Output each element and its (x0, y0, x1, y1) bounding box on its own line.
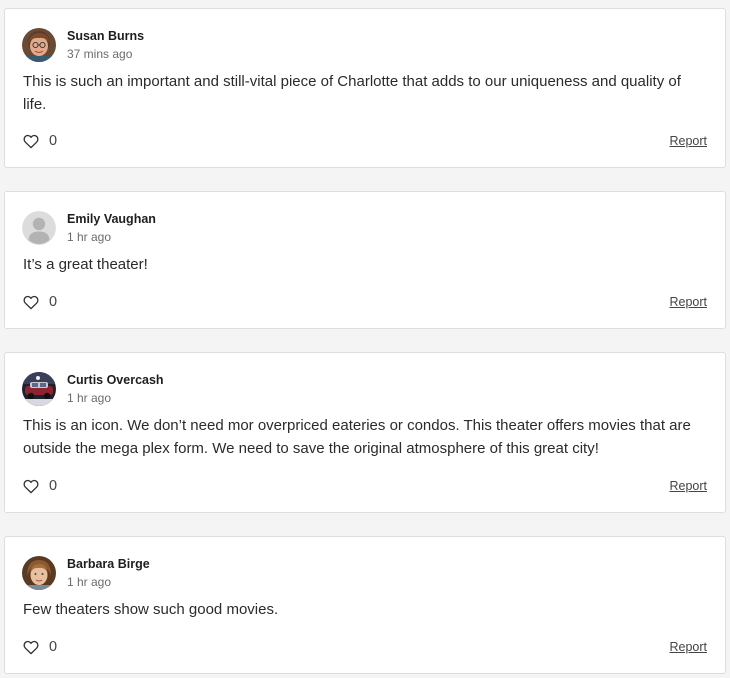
heart-icon (23, 295, 39, 310)
comment-timestamp: 37 mins ago (67, 47, 133, 61)
comment-footer: 0 Report (23, 476, 707, 496)
report-link[interactable]: Report (669, 134, 707, 148)
avatar[interactable] (22, 372, 56, 406)
heart-icon (23, 479, 39, 494)
like-button[interactable]: 0 (23, 478, 57, 494)
comment-text: This is such an important and still-vita… (23, 73, 681, 113)
report-link[interactable]: Report (669, 295, 707, 309)
comment-text: It’s a great theater! (23, 256, 148, 273)
comment-card: Emily Vaughan 1 hr ago It’s a great thea… (4, 191, 726, 329)
like-count: 0 (49, 639, 58, 655)
comment-text: Few theaters show such good movies. (23, 601, 279, 618)
avatar-image (22, 28, 56, 62)
avatar[interactable] (22, 211, 56, 245)
comment-meta: Emily Vaughan 1 hr ago (67, 211, 156, 245)
comment-timestamp: 1 hr ago (67, 230, 112, 244)
avatar[interactable] (22, 28, 56, 62)
like-count: 0 (49, 478, 58, 494)
avatar-image (22, 372, 56, 406)
comment-timestamp: 1 hr ago (67, 391, 112, 405)
author-name[interactable]: Curtis Overcash (67, 372, 164, 388)
like-count: 0 (49, 294, 58, 310)
comment-footer: 0 Report (23, 292, 707, 312)
comment-card: Susan Burns 37 mins ago This is such an … (4, 8, 726, 168)
comment-footer: 0 Report (23, 637, 707, 657)
comment-header: Susan Burns 37 mins ago (22, 27, 144, 63)
comment-text: This is an icon. We don’t need mor overp… (23, 417, 691, 457)
author-name[interactable]: Emily Vaughan (67, 211, 156, 227)
like-button[interactable]: 0 (23, 639, 57, 655)
comment-header: Barbara Birge 1 hr ago (22, 555, 150, 591)
comment-card: Curtis Overcash 1 hr ago This is an icon… (4, 352, 726, 513)
comment-meta: Susan Burns 37 mins ago (67, 28, 144, 62)
default-avatar-icon (22, 211, 56, 245)
report-link[interactable]: Report (669, 479, 707, 493)
comment-card: Barbara Birge 1 hr ago Few theaters show… (4, 536, 726, 674)
comment-header: Curtis Overcash 1 hr ago (22, 371, 164, 407)
comment-header: Emily Vaughan 1 hr ago (22, 210, 156, 246)
avatar-image (22, 556, 56, 590)
comment-feed: Susan Burns 37 mins ago This is such an … (0, 0, 730, 678)
heart-icon (23, 134, 39, 149)
like-button[interactable]: 0 (23, 294, 57, 310)
comment-meta: Curtis Overcash 1 hr ago (67, 372, 164, 406)
comment-timestamp: 1 hr ago (67, 575, 112, 589)
report-link[interactable]: Report (669, 640, 707, 654)
comment-meta: Barbara Birge 1 hr ago (67, 556, 150, 590)
like-button[interactable]: 0 (23, 133, 57, 149)
comment-footer: 0 Report (23, 131, 707, 151)
heart-icon (23, 640, 39, 655)
avatar[interactable] (22, 556, 56, 590)
like-count: 0 (49, 133, 58, 149)
author-name[interactable]: Susan Burns (67, 28, 144, 44)
author-name[interactable]: Barbara Birge (67, 556, 150, 572)
